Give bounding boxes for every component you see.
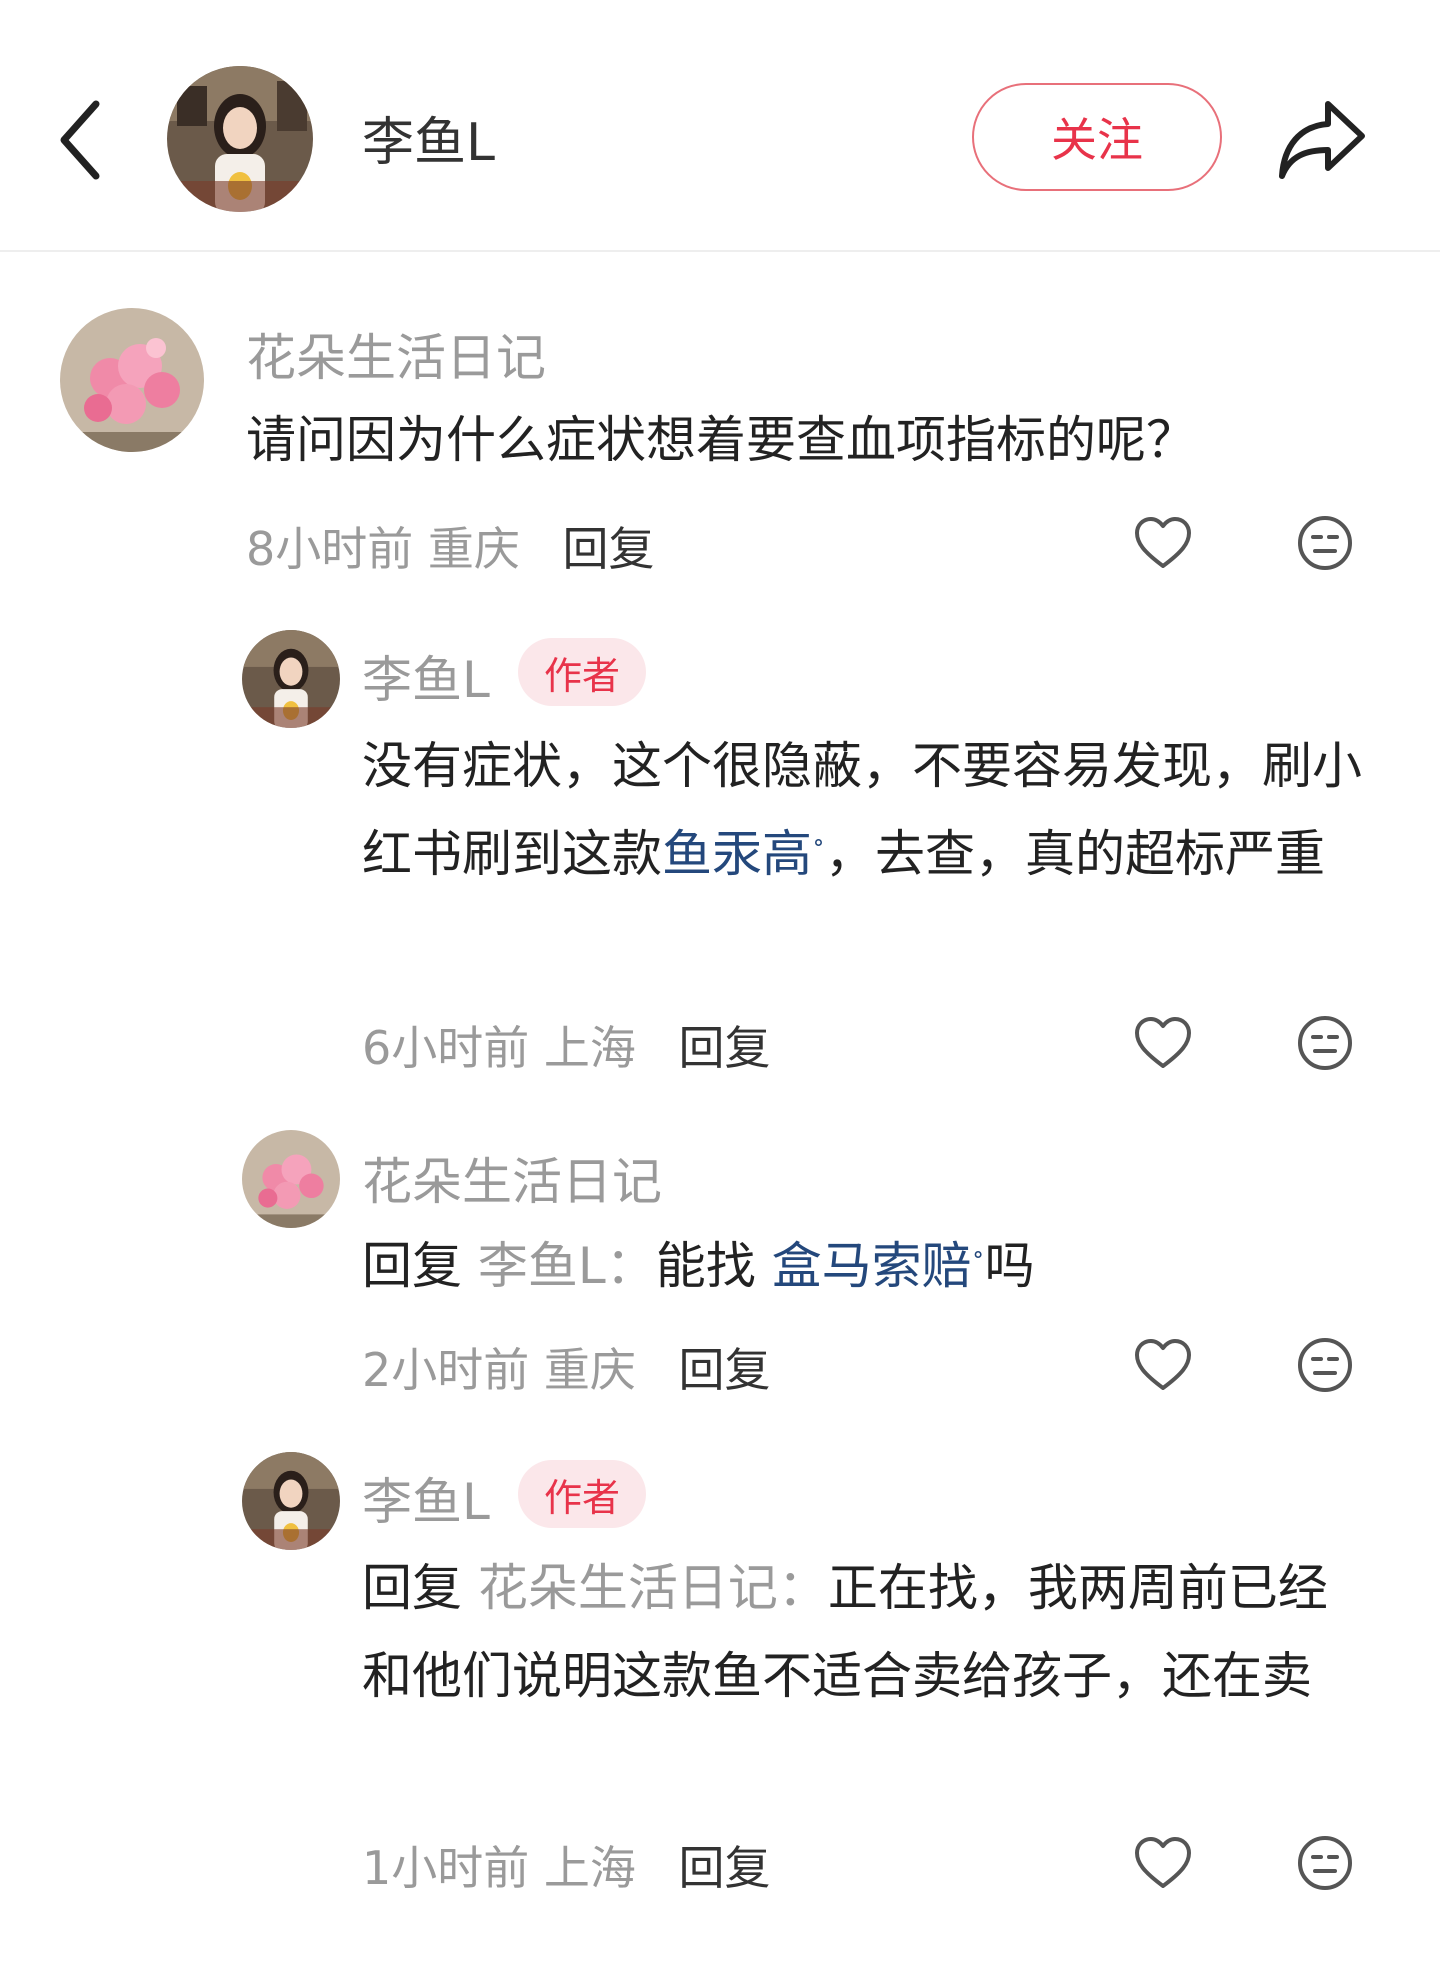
author-name[interactable]: 李鱼L	[362, 100, 495, 175]
flower-photo	[60, 308, 204, 452]
comment-time: 6小时前	[362, 1021, 530, 1075]
comment-meta: 1小时前 上海 回复	[362, 1832, 771, 1898]
neutral-face-icon	[1298, 516, 1352, 570]
comment-location: 重庆	[543, 1343, 636, 1397]
like-button[interactable]	[1134, 1016, 1192, 1070]
share-arrow-icon	[1279, 101, 1365, 179]
heart-outline-icon	[1135, 1017, 1191, 1068]
heart-outline-icon	[1135, 1339, 1191, 1390]
like-button[interactable]	[1134, 1338, 1192, 1392]
author-photo	[242, 1452, 340, 1550]
comment-location: 上海	[543, 1841, 636, 1895]
comment-location: 上海	[543, 1021, 636, 1075]
neutral-face-icon	[1298, 1338, 1352, 1392]
neutral-face-icon	[1298, 1836, 1352, 1890]
emoji-reply-button[interactable]	[1296, 1336, 1354, 1394]
comment-text-part: ，去查，真的超标严重	[825, 825, 1325, 883]
reply-prefix: 回复	[362, 1559, 462, 1617]
comment-meta: 6小时前 上海 回复	[362, 1012, 771, 1078]
comment-text-part: 吗	[984, 1237, 1035, 1295]
user-avatar[interactable]	[242, 1452, 340, 1550]
author-avatar[interactable]	[167, 66, 313, 212]
comment-time: 2小时前	[362, 1343, 530, 1397]
search-link[interactable]: 鱼汞高	[662, 825, 812, 883]
comment-text-part: 能找	[655, 1237, 756, 1295]
author-badge: 作者	[518, 1460, 646, 1528]
heart-outline-icon	[1135, 517, 1191, 568]
comment-time: 1小时前	[362, 1841, 530, 1895]
author-photo	[242, 630, 340, 728]
flower-photo	[242, 1130, 340, 1228]
search-small-icon: ˚	[812, 839, 825, 869]
comment-username[interactable]: 花朵生活日记	[362, 1142, 662, 1214]
heart-outline-icon	[1135, 1837, 1191, 1888]
comment-username[interactable]: 李鱼L	[362, 640, 490, 712]
user-avatar[interactable]	[242, 1130, 340, 1228]
author-photo	[167, 66, 313, 212]
user-avatar[interactable]	[242, 630, 340, 728]
reply-button[interactable]: 回复	[679, 1841, 771, 1895]
comment-time: 8小时前	[246, 522, 414, 576]
comment-text: 回复 花朵生活日记：正在找，我两周前已经和他们说明这款鱼不适合卖给孩子，还在卖	[362, 1544, 1372, 1720]
like-button[interactable]	[1134, 516, 1192, 570]
mention-user[interactable]: 花朵生活日记：	[478, 1559, 828, 1617]
reply-button[interactable]: 回复	[563, 522, 655, 576]
emoji-reply-button[interactable]	[1296, 514, 1354, 572]
emoji-reply-button[interactable]	[1296, 1834, 1354, 1892]
comment-text: 请问因为什么症状想着要查血项指标的呢？	[246, 411, 1196, 469]
neutral-face-icon	[1298, 1016, 1352, 1070]
comment-username[interactable]: 花朵生活日记	[246, 318, 546, 390]
comment-meta: 2小时前 重庆 回复	[362, 1334, 771, 1400]
reply-button[interactable]: 回复	[679, 1343, 771, 1397]
like-button[interactable]	[1134, 1836, 1192, 1890]
comment-meta: 8小时前 重庆 回复	[246, 513, 655, 579]
reply-button[interactable]: 回复	[679, 1021, 771, 1075]
emoji-reply-button[interactable]	[1296, 1014, 1354, 1072]
search-small-icon: ˚	[971, 1251, 985, 1281]
back-button[interactable]	[56, 98, 106, 182]
comment-username[interactable]: 李鱼L	[362, 1462, 490, 1534]
author-badge: 作者	[518, 638, 646, 706]
chevron-left-icon	[60, 100, 100, 180]
user-avatar[interactable]	[60, 308, 204, 452]
follow-button[interactable]: 关注	[972, 83, 1222, 191]
mention-user[interactable]: 李鱼L：	[478, 1237, 656, 1295]
note-header: 李鱼L 关注	[0, 0, 1440, 252]
comment-location: 重庆	[427, 522, 520, 576]
share-button[interactable]	[1276, 96, 1368, 182]
comment-text: 没有症状，这个很隐蔽，不要容易发现，刷小红书刷到这款鱼汞高˚，去查，真的超标严重	[362, 722, 1372, 898]
reply-prefix: 回复	[362, 1237, 462, 1295]
search-link[interactable]: 盒马索赔	[772, 1237, 972, 1295]
comment-text: 回复 李鱼L：能找 盒马索赔˚吗	[362, 1222, 1372, 1310]
